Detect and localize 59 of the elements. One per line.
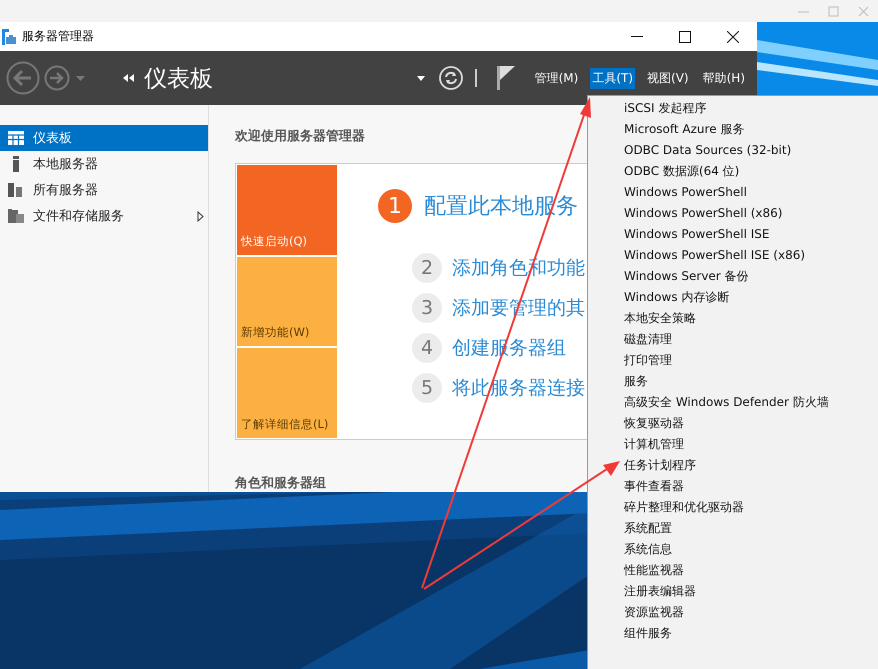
menu-item[interactable]: Windows 内存诊断 [588, 287, 878, 308]
minimize-icon [631, 36, 643, 37]
step-number: 1 [378, 189, 412, 223]
menu-item[interactable]: iSCSI 发起程序 [588, 98, 878, 119]
step-number: 4 [412, 333, 442, 363]
servers-icon [8, 183, 24, 197]
menu-item[interactable]: 资源监视器 [588, 602, 878, 623]
sidebar-item[interactable]: 所有服务器 [0, 177, 208, 203]
menu-item[interactable]: ODBC Data Sources (32-bit) [588, 140, 878, 161]
menu-item[interactable]: 工具(T) [590, 68, 636, 88]
window-title: 服务器管理器 [22, 28, 95, 45]
tile[interactable]: 了解详细信息(L) [237, 348, 337, 438]
menu-item[interactable]: 组件服务 [588, 623, 878, 644]
folder-icon [8, 209, 24, 223]
menu-item[interactable]: 事件查看器 [588, 476, 878, 497]
sidebar-item[interactable]: 仪表板 [0, 125, 208, 151]
expand-arrow-icon[interactable] [197, 210, 204, 222]
menu-item[interactable]: Windows PowerShell (x86) [588, 203, 878, 224]
menu-item[interactable]: Windows PowerShell [588, 182, 878, 203]
menu-item[interactable]: 打印管理 [588, 350, 878, 371]
menu-item[interactable]: 磁盘清理 [588, 329, 878, 350]
menu-item[interactable]: 高级安全 Windows Defender 防火墙 [588, 392, 878, 413]
sidebar-item[interactable]: 文件和存储服务 [0, 203, 208, 229]
maximize-icon [679, 30, 691, 42]
grid-icon [8, 131, 24, 145]
menu-item[interactable]: 性能监视器 [588, 560, 878, 581]
caret-icon[interactable] [416, 76, 425, 80]
menu-item[interactable]: Microsoft Azure 服务 [588, 119, 878, 140]
sidebar-item[interactable]: 本地服务器 [0, 151, 208, 177]
forward-icon[interactable] [44, 65, 70, 91]
refresh-icon[interactable] [438, 66, 463, 90]
tile[interactable]: 新增功能(W) [237, 256, 337, 346]
menu-item[interactable]: 视图(V) [645, 68, 691, 88]
back-icon[interactable] [6, 61, 40, 95]
menu-item[interactable]: 系统配置 [588, 518, 878, 539]
flag-icon[interactable] [496, 66, 515, 90]
menu-item[interactable]: 恢复驱动器 [588, 413, 878, 434]
menu-item[interactable]: 本地安全策略 [588, 308, 878, 329]
menu-item[interactable]: 系统信息 [588, 539, 878, 560]
section-heading: 欢迎使用服务器管理器 [235, 128, 365, 145]
double-arrow-icon [123, 74, 134, 82]
app-icon [2, 28, 16, 44]
close-icon [727, 30, 739, 42]
menu-item[interactable]: 帮助(H) [700, 68, 747, 88]
step-number: 3 [412, 293, 442, 323]
menu-item[interactable]: Windows Server 备份 [588, 266, 878, 287]
menu-item[interactable]: Windows PowerShell ISE (x86) [588, 245, 878, 266]
menu-item[interactable]: 任务计划程序 [588, 455, 878, 476]
step-number: 5 [412, 373, 442, 403]
menu-item[interactable]: 管理(M) [532, 68, 580, 88]
menu-item[interactable]: 碎片整理和优化驱动器 [588, 497, 878, 518]
step-number: 2 [412, 253, 442, 283]
menu-item[interactable]: 计算机管理 [588, 434, 878, 455]
page-title: 仪表板 [144, 64, 213, 94]
menu-item[interactable]: Windows PowerShell ISE [588, 224, 878, 245]
menu-item[interactable]: ODBC 数据源(64 位) [588, 161, 878, 182]
menu-item[interactable]: 服务 [588, 371, 878, 392]
section-heading: 角色和服务器组 [235, 475, 326, 492]
menu-item[interactable]: 注册表编辑器 [588, 581, 878, 602]
